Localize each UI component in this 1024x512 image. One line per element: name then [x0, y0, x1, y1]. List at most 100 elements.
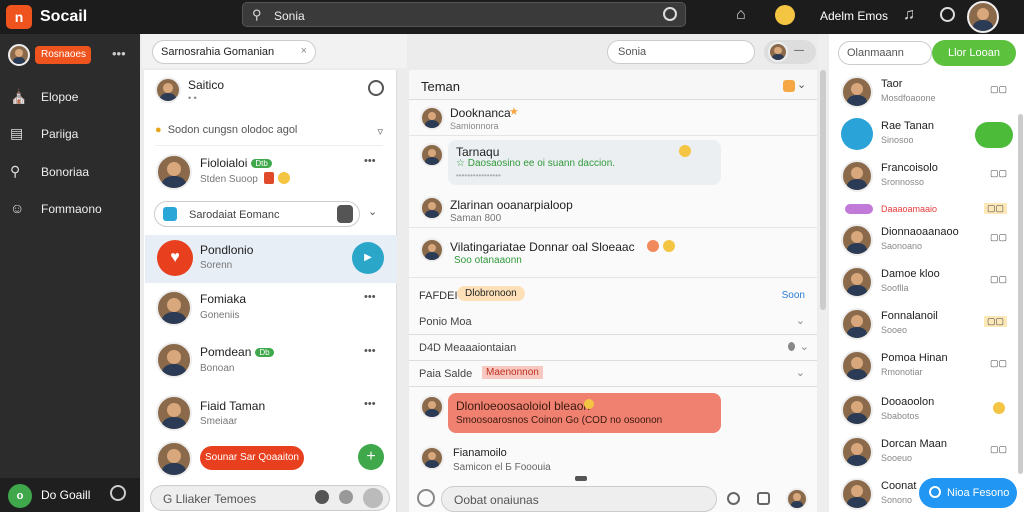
user-avatar[interactable]	[786, 488, 808, 510]
right-search[interactable]: Olanmaann	[838, 41, 932, 65]
list-item[interactable]: Paia Salde Maenonnon ⌄	[409, 361, 817, 387]
group-avatar[interactable]: ♥	[157, 240, 193, 276]
search-icon: ⚲	[10, 163, 21, 179]
list-item[interactable]: D4D Meaaaiontaian ⌄	[409, 335, 817, 361]
contact-avatar[interactable]	[155, 77, 181, 103]
contact-avatar[interactable]	[156, 154, 192, 190]
home-icon[interactable]: ⌂	[736, 6, 746, 24]
contact-avatar[interactable]	[156, 290, 192, 326]
chat-header	[409, 70, 817, 100]
avatar-icon[interactable]	[363, 488, 383, 508]
new-chat-fab[interactable]: Nioa Fesono	[919, 478, 1017, 508]
attach-icon[interactable]	[417, 489, 435, 507]
sidebar-item-fommaono[interactable]: ☺ Fommaono	[10, 198, 130, 220]
clear-icon[interactable]: ×	[301, 45, 307, 57]
message-button[interactable]	[975, 122, 1013, 148]
contact-avatar[interactable]	[156, 395, 192, 431]
contact-name: Pondlonio	[200, 243, 254, 257]
emoji-icon[interactable]	[775, 5, 795, 25]
message-avatar	[420, 106, 444, 130]
more-icon[interactable]: •••	[364, 398, 376, 410]
emoji-icon[interactable]	[783, 80, 795, 92]
home-icon: ⛪	[10, 88, 28, 104]
group-avatar	[841, 118, 873, 150]
message-avatar[interactable]	[420, 143, 444, 167]
sidebar-item-bonoriaa[interactable]: ⚲ Bonoriaa	[10, 161, 130, 183]
chevron-down-icon[interactable]: ⌄	[797, 78, 806, 91]
sidebar-item-pariiga[interactable]: ▤ Pariiga	[10, 123, 130, 145]
list-item[interactable]: Zlarinan ooanarpialoop Saman 800	[409, 190, 817, 228]
contact-avatar	[841, 478, 873, 510]
contact-avatar	[841, 350, 873, 382]
drag-handle[interactable]	[575, 476, 587, 481]
contact-avatar[interactable]	[156, 342, 192, 378]
contact-avatar	[841, 160, 873, 192]
contact-avatar	[841, 266, 873, 298]
drop-icon	[788, 342, 795, 351]
clock-icon[interactable]	[940, 7, 955, 22]
message-bubble[interactable]: Tarnaqu ☆ Daosaosino ee oi suann daccion…	[448, 140, 721, 185]
section-tag[interactable]: Dlobronoon	[457, 286, 525, 301]
contacts-search[interactable]: Sarnosrahia Gomanian ×	[152, 40, 316, 64]
filter-search[interactable]: Sonia	[607, 40, 755, 64]
list-item[interactable]: Dooaoolon Sbabotos	[837, 390, 1013, 432]
list-item[interactable]: Fonnalanoil Sooeo ▢▢	[837, 304, 1013, 346]
subfield-select[interactable]: Sarodaiat Eomanc	[154, 201, 360, 227]
list-icon: ▤	[10, 125, 24, 141]
list-item[interactable]: Damoe kloo Sooflla ▢▢	[837, 262, 1013, 304]
list-item[interactable]: Ponio Moa ⌄	[409, 309, 817, 335]
contact-name[interactable]: Pomdean Db	[200, 345, 274, 359]
record-icon[interactable]	[663, 7, 677, 21]
list-item[interactable]: Rae Tanan Sinosoo	[837, 114, 1013, 156]
notifications-pill[interactable]: Rosnaoes	[35, 46, 91, 64]
call-button[interactable]: ▶	[352, 242, 384, 274]
list-item[interactable]: Francoisolo Sronnosso ▢▢	[837, 156, 1013, 198]
settings-icon[interactable]	[110, 485, 126, 501]
list-item[interactable]: Taor Mosdfoaoone ▢▢	[837, 72, 1013, 114]
bell-icon[interactable]: ♫	[903, 6, 915, 24]
contact-name: Fiaid Taman	[200, 399, 266, 413]
view-toggle[interactable]: —	[764, 40, 816, 64]
user-avatar[interactable]	[967, 1, 999, 33]
section-link[interactable]: Soon	[782, 290, 805, 301]
attach-icon[interactable]	[315, 490, 329, 504]
contact-avatar	[841, 308, 873, 340]
user-icon[interactable]	[339, 490, 353, 504]
list-item[interactable]: Dorcan Maan Sooeuo ▢▢	[837, 432, 1013, 474]
more-icon[interactable]: •••	[364, 155, 376, 167]
more-icon[interactable]: •••	[364, 345, 376, 357]
message-avatar[interactable]	[420, 395, 444, 419]
scrollbar[interactable]	[820, 70, 826, 310]
alert-bubble[interactable]: Dlonloeoosaoloiol bleaon Smoosoarosnos C…	[448, 393, 721, 433]
right-action-button[interactable]: Llor Looan	[932, 40, 1016, 66]
chevron-down-icon[interactable]: ▿	[377, 125, 383, 138]
list-item[interactable]: Dooknanca ★ Samionnora	[409, 100, 817, 136]
row-tag: Maenonnon	[482, 366, 543, 379]
list-item[interactable]: Daaaoamaaio ▢▢	[837, 198, 1013, 220]
image-icon[interactable]	[757, 492, 770, 505]
profile-avatar[interactable]	[8, 44, 30, 66]
smile-icon: ☺	[10, 200, 25, 216]
list-item[interactable]: Vilatingariatae Donnar oal Sloeaac Soo o…	[409, 230, 817, 278]
chevron-down-icon[interactable]: ⌄	[368, 205, 377, 218]
chevron-down-icon: ⌄	[795, 367, 805, 379]
compose-icon[interactable]	[368, 80, 384, 96]
emoji-icon[interactable]	[727, 492, 740, 505]
action-pill-button[interactable]: Sounar Sar Qoaaiton	[200, 446, 304, 470]
list-item[interactable]: Dionnaoaanaoo Saonoano ▢▢	[837, 220, 1013, 262]
more-icon[interactable]: •••	[112, 46, 126, 61]
sidebar-item-elopoe[interactable]: ⛪ Elopoe	[10, 86, 130, 108]
list-item[interactable]: Fianamoilo Samicon el Б Fooouia	[409, 440, 817, 478]
contact-avatar[interactable]	[156, 441, 192, 477]
contacts-bottom-input[interactable]: G Lliaker Temoes	[150, 485, 390, 511]
list-item[interactable]: Pomoa Hinan Rmonotiar ▢▢	[837, 346, 1013, 388]
global-search-input[interactable]: ⚲ Sonia	[242, 2, 686, 27]
contact-name[interactable]: Fioloialoi Dtb	[200, 156, 272, 170]
composer-input[interactable]: Oobat onaiunas	[441, 486, 717, 512]
app-logo-icon[interactable]: n	[6, 5, 32, 29]
status-icon[interactable]: o	[8, 484, 32, 508]
pinned-note[interactable]: ● Sodon cungsn olodoc agol ▿	[155, 124, 383, 146]
more-icon[interactable]: •••	[364, 291, 376, 303]
scrollbar[interactable]	[1018, 114, 1023, 474]
add-button[interactable]: +	[358, 444, 384, 470]
